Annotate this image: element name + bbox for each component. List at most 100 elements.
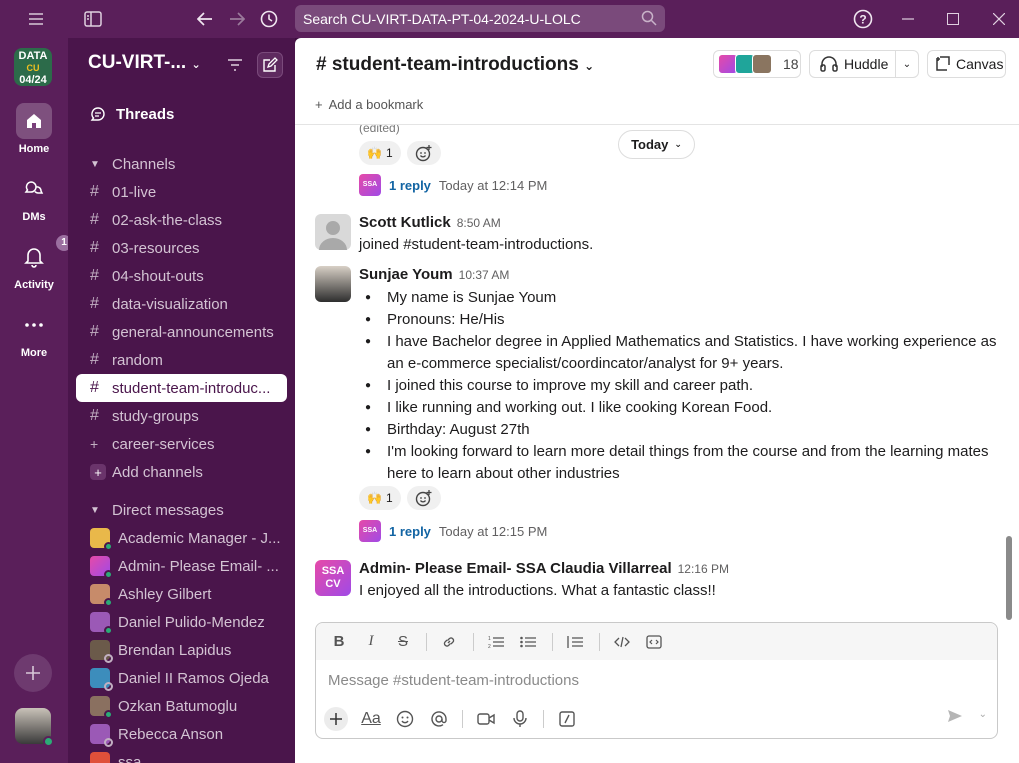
sidebar-dm-item[interactable]: Daniel Pulido-Mendez [76,608,287,636]
slash-command-icon[interactable] [556,708,578,730]
back-arrow-icon[interactable] [194,8,216,30]
history-clock-icon[interactable] [258,8,280,30]
channel-title-button[interactable]: # student-team-introductions ⌄ [316,54,594,76]
sidebar-dm-item[interactable]: Rebecca Anson [76,720,287,748]
sidebar-channel-random[interactable]: # random [76,346,287,374]
minimize-icon[interactable] [897,8,919,30]
reaction-raised-hands[interactable]: 🙌 1 [359,141,401,165]
reply-count-link[interactable]: 1 reply [389,178,431,193]
rail-dms[interactable]: DMs [0,171,68,223]
sidebar-channel-study-groups[interactable]: # study-groups [76,402,287,430]
message-author[interactable]: Admin- Please Email- SSA Claudia Villarr… [359,560,729,577]
reaction-raised-hands[interactable]: 🙌 1 [359,486,401,510]
message-time[interactable]: 12:16 PM [678,562,729,576]
members-button[interactable]: 18 [713,50,801,78]
help-icon[interactable]: ? [852,8,874,30]
sidebar-channel-general-announcements[interactable]: # general-announcements [76,318,287,346]
sidebar-dm-item[interactable]: Ozkan Batumoglu [76,692,287,720]
workspace-icon[interactable]: DATA CU 04/24 [14,48,52,86]
formatting-toolbar: B I S 12 [316,623,997,660]
ordered-list-icon[interactable]: 12 [488,635,506,649]
message-composer[interactable]: B I S 12 Message #student-team-introduct… [315,622,998,739]
sidebar-dm-item[interactable]: Daniel II Ramos Ojeda [76,664,287,692]
add-workspace-button[interactable] [14,654,52,692]
sidebar-dm-item[interactable]: Academic Manager - J... [76,524,287,552]
dm-label: Admin- Please Email- ... [118,557,279,575]
video-icon[interactable] [475,708,497,730]
search-input[interactable]: Search CU-VIRT-DATA-PT-04-2024-U-LOLC [295,5,665,32]
canvas-button[interactable]: Canvas [927,50,1006,78]
strikethrough-icon[interactable]: S [394,633,412,650]
chevron-down-icon: ⌄ [584,59,595,73]
scrollbar[interactable] [1006,536,1012,620]
reply-count-link[interactable]: 1 reply [389,524,431,539]
code-block-icon[interactable] [646,634,664,649]
main-pane: # student-team-introductions ⌄ 18 Huddle… [295,38,1019,763]
microphone-icon[interactable] [509,708,531,730]
message-time[interactable]: 8:50 AM [457,216,501,230]
rail-activity[interactable]: 1 Activity [0,235,72,291]
close-icon[interactable] [988,8,1010,30]
message-text: I enjoyed all the introductions. What a … [359,582,716,599]
workspace-name: CU-VIRT-... [88,52,187,73]
add-reaction-button[interactable] [406,486,441,510]
compose-button[interactable] [257,52,283,78]
sidebar-dm-item[interactable]: ssa [76,748,287,763]
avatar[interactable] [315,266,351,302]
message-input[interactable]: Message #student-team-introductions [328,672,579,689]
chevron-down-icon[interactable]: ⌄ [896,59,918,70]
filter-icon[interactable] [227,59,243,71]
thread-summary[interactable]: SSA CV 1 reply Today at 12:15 PM [359,520,547,556]
huddle-button[interactable]: Huddle ⌄ [809,50,919,78]
workspace-name-button[interactable]: CU-VIRT-... ⌄ [88,52,201,74]
message-time[interactable]: 10:37 AM [459,268,510,282]
rail-home[interactable]: Home [0,103,68,155]
message-bullet-list: My name is Sunjae Youm Pronouns: He/His … [359,287,999,485]
maximize-icon[interactable] [942,8,964,30]
sidebar-channel-04-shout-outs[interactable]: #04-shout-outs [76,262,287,290]
avatar[interactable]: SSA CV [315,560,351,596]
message-author[interactable]: Scott Kutlick 8:50 AM [359,214,501,231]
sidebar-channel-data-visualization[interactable]: # data-visualization [76,290,287,318]
sidebar-channel-02-ask-the-class[interactable]: #02-ask-the-class [76,206,287,234]
threads-icon [90,106,116,122]
plus-icon: + [315,97,323,112]
avatar[interactable] [315,214,351,250]
link-icon[interactable] [441,634,459,650]
sidebar-threads[interactable]: Threads [76,100,287,128]
sidebar-dm-item[interactable]: Brendan Lapidus [76,636,287,664]
sidebar-dm-item[interactable]: Ashley Gilbert [76,580,287,608]
send-icon[interactable] [947,709,963,723]
list-item: I joined this course to improve my skill… [359,375,999,397]
emoji-icon[interactable] [394,708,416,730]
add-reaction-button[interactable] [406,141,441,165]
blockquote-icon[interactable] [567,635,585,649]
sidebar-dm-item[interactable]: Admin- Please Email- ... [76,552,287,580]
sidebar-toggle-icon[interactable] [82,8,104,30]
mention-icon[interactable] [428,708,450,730]
sidebar-channel-01-live[interactable]: #01-live [76,178,287,206]
channels-header[interactable]: ▼ Channels [76,150,287,178]
plus-icon[interactable] [324,707,348,731]
channel-label: random [112,351,163,369]
code-icon[interactable] [614,636,632,648]
sidebar-channel-03-resources[interactable]: #03-resources [76,234,287,262]
add-channels-button[interactable]: + Add channels [76,458,287,486]
add-bookmark-button[interactable]: + Add a bookmark [315,97,423,112]
user-avatar[interactable] [15,708,54,747]
message-author[interactable]: Sunjae Youm 10:37 AM [359,266,509,283]
threads-label: Threads [116,105,175,123]
bold-icon[interactable]: B [330,633,348,650]
sidebar-channel-career-services[interactable]: + career-services [76,430,287,458]
thread-summary[interactable]: SSA CV 1 reply Today at 12:14 PM [359,174,547,210]
italic-icon[interactable]: I [362,633,380,650]
direct-messages-header[interactable]: ▼ Direct messages [76,496,287,524]
menu-icon[interactable] [25,8,47,30]
chevron-down-icon[interactable]: ⌄ [979,709,987,723]
forward-arrow-icon[interactable] [226,8,248,30]
bulleted-list-icon[interactable] [520,635,538,649]
date-divider-button[interactable]: Today ⌄ [618,130,695,159]
sidebar-channel-student-team-introductions[interactable]: # student-team-introduc... [76,374,287,402]
rail-more[interactable]: More [0,307,68,359]
text-format-icon[interactable]: Aa [360,708,382,730]
